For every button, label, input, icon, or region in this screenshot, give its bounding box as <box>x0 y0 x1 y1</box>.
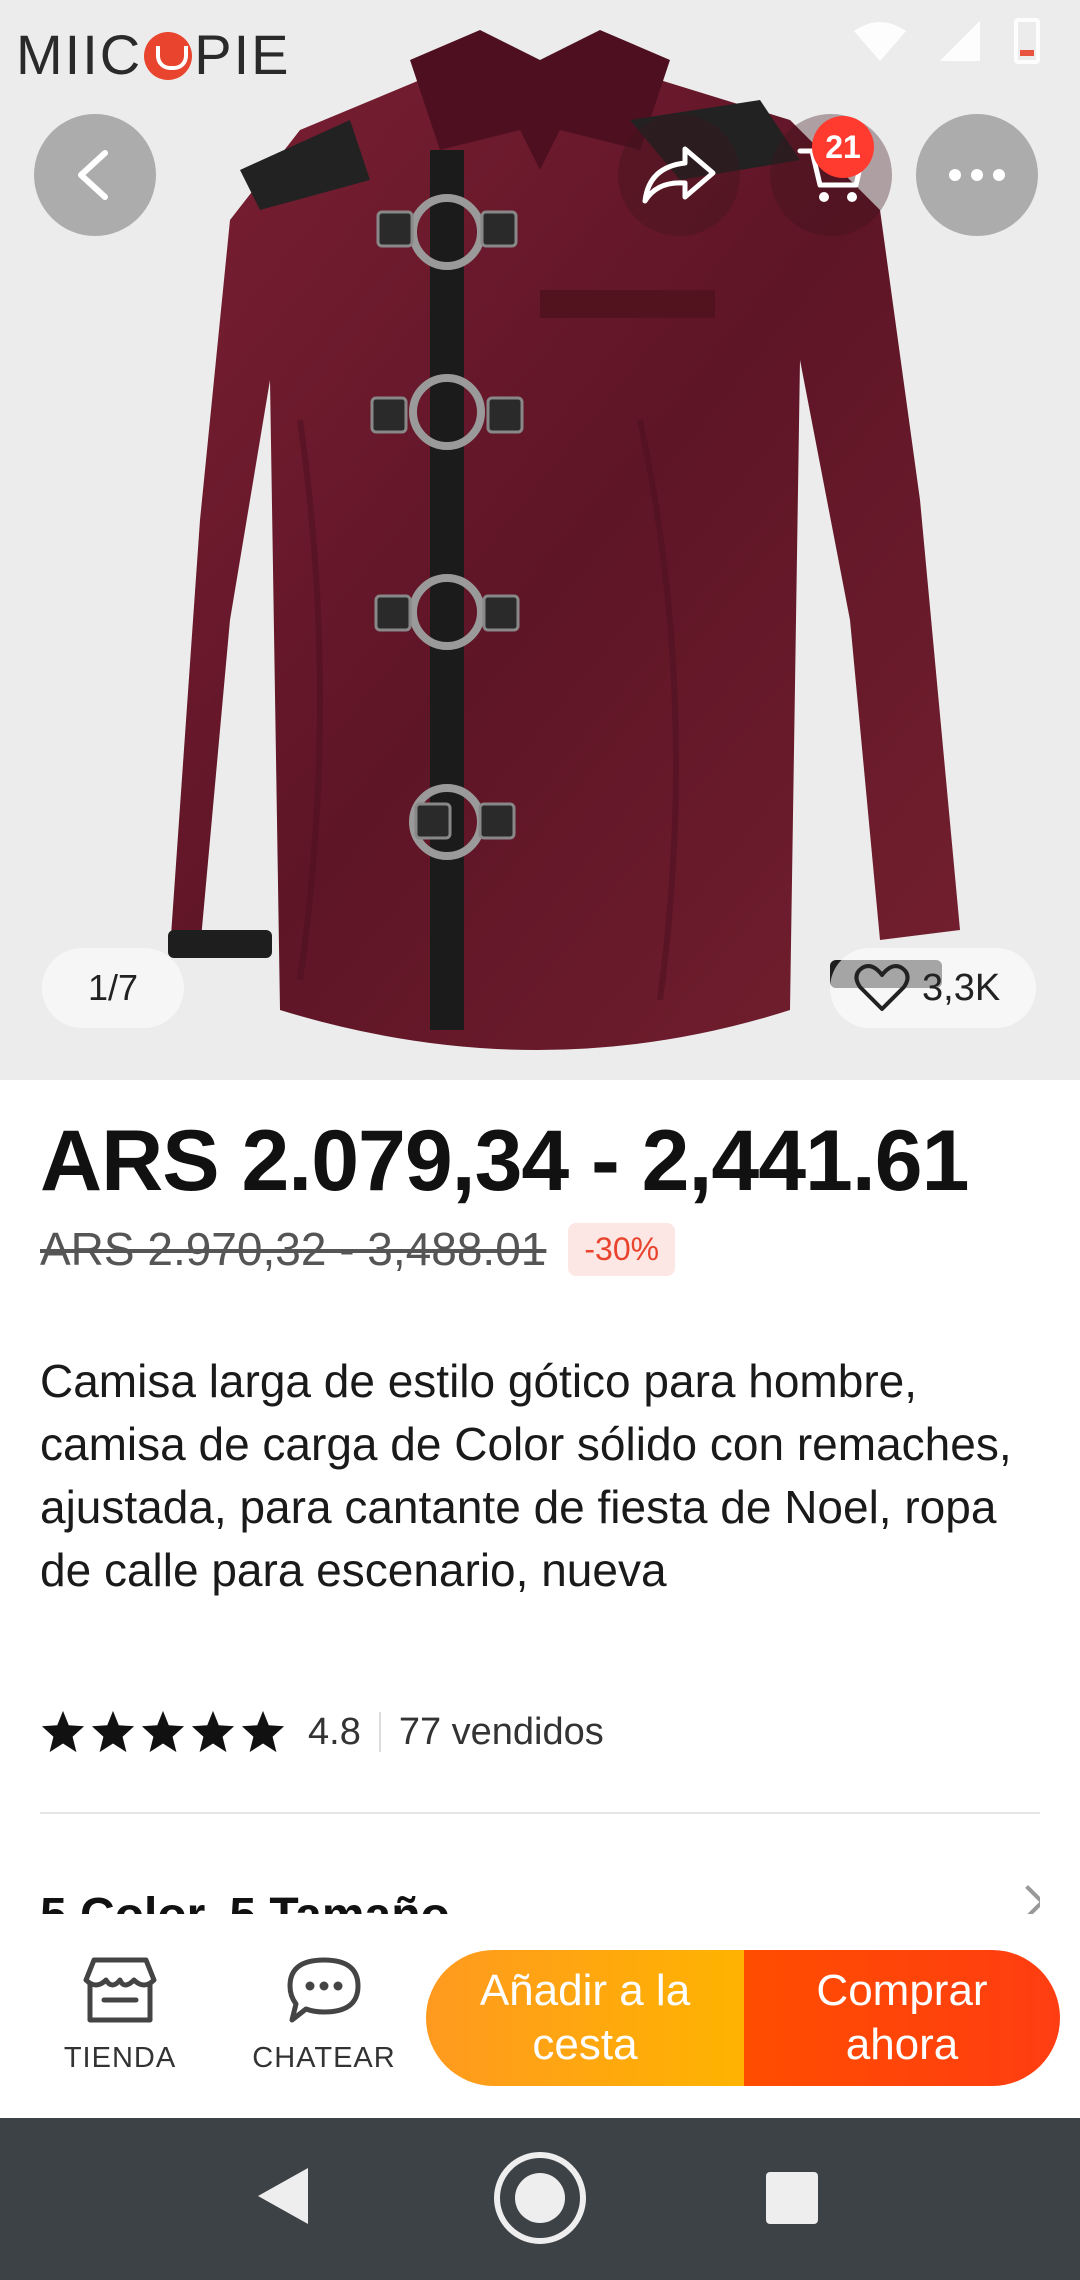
favorite-button[interactable]: 3,3K <box>830 948 1036 1028</box>
back-button[interactable] <box>34 114 156 236</box>
discount-badge: -30% <box>568 1222 676 1276</box>
star-icon <box>91 1710 135 1753</box>
chat-button[interactable]: CHATEAR <box>234 1954 414 2075</box>
sold-count: 77 vendidos <box>398 1710 604 1753</box>
share-icon <box>642 146 716 204</box>
buy-now-button[interactable]: Comprar ahora <box>744 1950 1060 2086</box>
store-button[interactable]: TIENDA <box>30 1954 210 2075</box>
product-title: Camisa larga de estilo gótico para hombr… <box>40 1355 1012 1596</box>
chevron-right-icon <box>1011 1885 1040 1914</box>
original-price: ARS 2.970,32 - 3,488.01 <box>40 1223 547 1275</box>
product-image-gallery[interactable]: MIIC PIE 21 1/7 3,3K <box>0 0 1080 1080</box>
nav-home-icon[interactable] <box>494 2152 586 2244</box>
section-divider <box>40 1812 1040 1814</box>
status-bar: MIIC PIE <box>0 0 1080 96</box>
brand-logo: MIIC PIE <box>16 22 290 87</box>
add-to-cart-button[interactable]: Añadir a la cesta <box>426 1950 744 2086</box>
favorite-count: 3,3K <box>922 966 1001 1009</box>
star-icon <box>41 1710 85 1753</box>
system-navigation-bar <box>0 2118 1080 2280</box>
chat-label: CHATEAR <box>252 2042 396 2074</box>
star-icon <box>241 1710 285 1753</box>
store-icon <box>83 1957 157 2023</box>
rating-value: 4.8 <box>308 1710 361 1753</box>
nav-recents-icon[interactable] <box>766 2172 818 2224</box>
more-horizontal-icon <box>949 169 1005 181</box>
wifi-icon <box>854 21 906 61</box>
brand-logo-left: MIIC <box>16 23 143 86</box>
heart-icon <box>854 964 910 1011</box>
star-icon <box>141 1710 185 1753</box>
bottom-action-bar: TIENDA CHATEAR Añadir a la cesta Comprar… <box>0 1914 1080 2118</box>
share-button[interactable] <box>618 114 740 236</box>
rating-row[interactable]: 4.8 77 vendidos <box>40 1704 604 1760</box>
chevron-left-icon <box>78 150 108 200</box>
store-label: TIENDA <box>63 2042 177 2074</box>
status-icons <box>854 18 1040 64</box>
original-price-row: ARS 2.970,32 - 3,488.01 -30% <box>40 1222 676 1276</box>
chat-icon <box>287 1957 361 2023</box>
brand-logo-icon <box>144 32 193 80</box>
variant-selector[interactable]: 5 Color, 5 Tamaño <box>40 1880 1040 1914</box>
battery-icon <box>1014 18 1040 64</box>
divider <box>378 1712 381 1752</box>
image-page-indicator: 1/7 <box>42 948 184 1028</box>
signal-icon <box>940 21 980 61</box>
star-icon <box>191 1710 235 1753</box>
rating-stars <box>40 1709 286 1755</box>
current-price: ARS 2.079,34 - 2,441.61 <box>40 1113 969 1209</box>
cart-count-badge: 21 <box>812 116 874 178</box>
variant-summary: 5 Color, 5 Tamaño <box>40 1888 450 1914</box>
more-options-button[interactable] <box>916 114 1038 236</box>
brand-logo-right: PIE <box>194 23 291 86</box>
nav-back-icon[interactable] <box>258 2168 308 2224</box>
